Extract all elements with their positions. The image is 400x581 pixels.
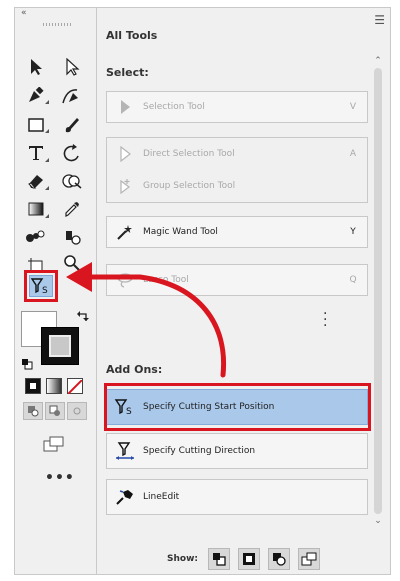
show-color-mode-icon[interactable]: [238, 548, 260, 570]
direct-selection-group: Direct Selection Tool A Group Selection …: [106, 137, 368, 203]
svg-text:S: S: [42, 286, 48, 295]
screen-mode-icon[interactable]: [43, 436, 65, 456]
fill-stroke-widget: [21, 311, 89, 371]
tool-label: Selection Tool: [143, 102, 205, 112]
magic-wand-icon: [107, 224, 143, 240]
panel-title: All Tools: [106, 29, 158, 42]
gradient-mode-icon[interactable]: [46, 378, 62, 394]
show-label: Show:: [167, 554, 198, 564]
tool-row-cutting-direction[interactable]: Specify Cutting Direction: [106, 433, 368, 469]
paintbrush-tool-icon[interactable]: [59, 114, 85, 136]
none-mode-icon[interactable]: [67, 378, 83, 395]
symbol-sprayer-tool-icon[interactable]: [59, 226, 85, 248]
draw-inside-icon[interactable]: [67, 402, 87, 420]
show-screen-mode-icon[interactable]: [298, 548, 320, 570]
collapse-icon[interactable]: «: [21, 8, 26, 18]
scroll-down-icon[interactable]: ⌄: [372, 516, 384, 526]
select-section-label: Select:: [106, 66, 149, 79]
tools-toolbar: « S •••: [14, 7, 102, 575]
show-draw-mode-icon[interactable]: [268, 548, 290, 570]
swap-fill-stroke-icon[interactable]: [77, 311, 89, 327]
stroke-swatch[interactable]: [41, 327, 79, 365]
eyedropper-tool-icon[interactable]: [59, 198, 85, 220]
toolbar-grip[interactable]: [43, 23, 73, 26]
tool-row-group-selection[interactable]: Group Selection Tool: [107, 170, 367, 202]
tool-label: Group Selection Tool: [143, 181, 236, 191]
cutting-start-icon: S: [29, 275, 53, 297]
draw-behind-icon[interactable]: [45, 402, 65, 420]
tool-row-line-edit[interactable]: LineEdit: [106, 479, 368, 515]
panel-scrollbar[interactable]: ⌃ ⌄: [372, 56, 384, 526]
all-tools-panel: ☰ All Tools Select: Selection Tool V Dir…: [96, 7, 391, 575]
tool-label: Specify Cutting Direction: [143, 446, 256, 456]
draw-normal-icon[interactable]: [23, 402, 43, 420]
zoom-tool-icon[interactable]: [59, 252, 85, 274]
tool-row-lasso[interactable]: Lasso Tool Q: [106, 264, 368, 296]
selection-arrow-icon: [107, 99, 143, 115]
scroll-up-icon[interactable]: ⌃: [372, 56, 384, 66]
direct-selection-icon: [107, 146, 143, 162]
group-selection-icon: [107, 178, 143, 194]
rotate-tool-icon[interactable]: [59, 142, 85, 164]
blend-tool-icon[interactable]: [23, 226, 49, 248]
color-mode-icon[interactable]: [25, 378, 41, 394]
lasso-icon: [107, 272, 143, 288]
tool-shortcut: Y: [350, 227, 356, 237]
annotation-highlight-box: [104, 383, 371, 431]
tool-label: Magic Wand Tool: [143, 227, 218, 237]
tool-label: LineEdit: [143, 492, 180, 502]
tool-shortcut: Q: [349, 275, 357, 285]
active-cutting-start-tool[interactable]: S: [24, 270, 58, 302]
show-bar: Show:: [97, 544, 390, 574]
edit-toolbar-icon[interactable]: •••: [45, 470, 75, 486]
default-fill-stroke-icon[interactable]: [21, 355, 33, 370]
curvature-tool-icon[interactable]: [59, 85, 85, 107]
tool-shortcut: A: [349, 149, 357, 159]
tool-label: Direct Selection Tool: [143, 149, 235, 159]
selection-tool-icon[interactable]: [23, 56, 49, 78]
tool-row-selection[interactable]: Selection Tool V: [106, 91, 368, 123]
scroll-track[interactable]: [374, 68, 382, 514]
tool-shortcut: V: [349, 102, 357, 112]
addons-section-label: Add Ons:: [106, 363, 163, 376]
direct-selection-tool-icon[interactable]: [59, 56, 85, 78]
drag-handle-icon[interactable]: · · ·: [323, 307, 327, 333]
tool-row-magic-wand[interactable]: Magic Wand Tool Y: [106, 216, 368, 248]
line-edit-icon: [107, 488, 143, 506]
cutting-direction-icon: [107, 441, 143, 461]
tool-row-direct-selection[interactable]: Direct Selection Tool A: [107, 138, 367, 170]
tool-label: Lasso Tool: [143, 275, 189, 285]
panel-menu-icon[interactable]: ☰: [374, 13, 385, 27]
show-fill-stroke-icon[interactable]: [208, 548, 230, 570]
shape-builder-tool-icon[interactable]: [59, 170, 85, 192]
